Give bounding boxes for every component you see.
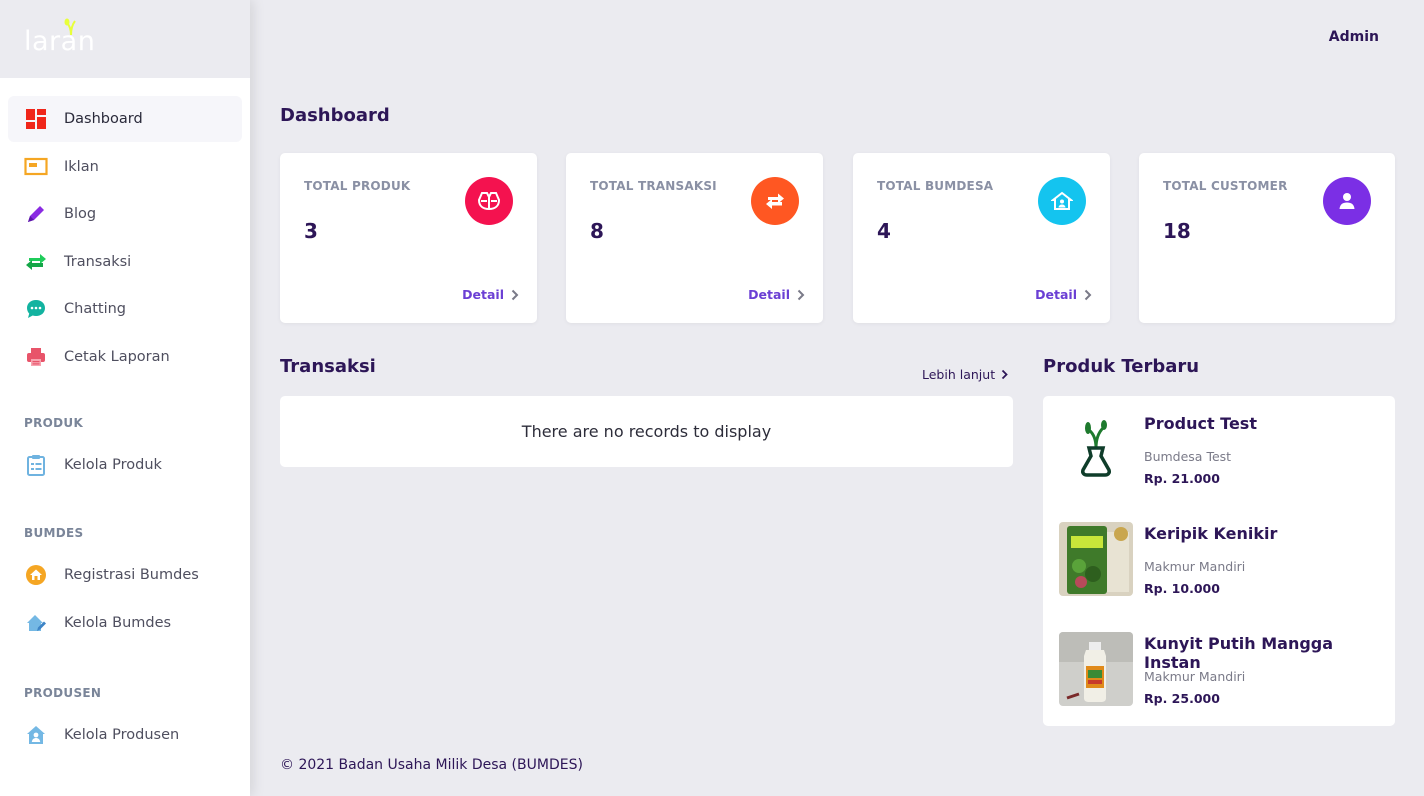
product-price: Rp. 10.000 [1144,581,1220,596]
product-name: Keripik Kenikir [1144,524,1278,543]
exchange-icon [751,177,799,225]
detail-label: Detail [462,287,504,302]
sidebar-item-label: Kelola Produsen [64,726,180,743]
dashboard-icon [24,107,48,131]
sidebar-item-registrasi-bumdes[interactable]: Registrasi Bumdes [8,552,242,598]
stat-value: 4 [877,219,891,243]
pen-icon [24,202,48,226]
stat-value: 3 [304,219,318,243]
empty-message: There are no records to display [521,422,772,441]
printer-icon [24,345,48,369]
stat-card-total-produk: TOTAL PRODUK 3 Detail [280,153,537,323]
sidebar-item-iklan[interactable]: Iklan [8,144,242,190]
lebih-lanjut-link[interactable]: Lebih lanjut [922,367,1008,382]
product-name: Kunyit Putih Mangga Instan [1144,634,1334,672]
product-item[interactable]: Product Test Bumdesa Test Rp. 21.000 [1043,396,1395,506]
sidebar-item-label: Dashboard [64,111,143,127]
clipboard-icon [24,453,48,477]
house-user-icon [24,723,48,747]
stat-title: TOTAL BUMDESA [877,179,994,193]
sidebar-item-label: Kelola Produk [64,456,162,473]
sidebar-item-kelola-produk[interactable]: Kelola Produk [8,442,242,488]
billboard-icon [24,155,48,179]
lebih-lanjut-label: Lebih lanjut [922,367,996,382]
sidebar-item-label: Transaksi [64,253,132,270]
sprout-icon [64,18,76,36]
stat-card-total-transaksi: TOTAL TRANSAKSI 8 Detail [566,153,823,323]
product-seller: Makmur Mandiri [1144,559,1246,574]
product-item[interactable]: Kunyit Putih Mangga Instan Makmur Mandir… [1043,616,1395,726]
stat-card-total-customer: TOTAL CUSTOMER 18 [1139,153,1395,323]
house-icon [1038,177,1086,225]
section-title-produsen: PRODUSEN [24,685,102,700]
product-seller: Bumdesa Test [1144,449,1232,464]
stat-value: 18 [1163,219,1191,243]
footer-copyright: © 2021 Badan Usaha Milik Desa (BUMDES) [280,757,583,773]
sidebar-item-kelola-bumdes[interactable]: Kelola Bumdes [8,600,242,646]
stat-title: TOTAL PRODUK [304,179,411,193]
exchange-icon [24,250,48,274]
section-title-bumdes: BUMDES [24,525,84,540]
sidebar-item-cetak-laporan[interactable]: Cetak Laporan [8,334,242,380]
stat-title: TOTAL CUSTOMER [1163,179,1288,193]
sidebar-item-transaksi[interactable]: Transaksi [8,239,242,285]
detail-link[interactable]: Detail [1035,287,1092,302]
product-seller: Makmur Mandiri [1144,669,1246,684]
sidebar: laran Dashboard Iklan Blog Transaksi Cha… [0,0,250,796]
detail-link[interactable]: Detail [748,287,805,302]
box-icon [465,177,513,225]
detail-label: Detail [1035,287,1077,302]
stat-card-total-bumdesa: TOTAL BUMDESA 4 Detail [853,153,1110,323]
sidebar-menu: Dashboard Iklan Blog Transaksi Chatting [0,78,250,758]
chevron-right-icon [1084,289,1092,300]
product-image [1059,522,1133,596]
sidebar-item-label: Registrasi Bumdes [64,566,199,583]
home-circle-icon [24,563,48,587]
sidebar-item-label: Cetak Laporan [64,348,170,365]
sidebar-item-dashboard[interactable]: Dashboard [8,96,242,142]
produk-terbaru-list: Product Test Bumdesa Test Rp. 21.000 Ker… [1043,396,1395,726]
sidebar-item-blog[interactable]: Blog [8,191,242,237]
sidebar-item-label: Chatting [64,301,126,318]
house-edit-icon [24,611,48,635]
page-title: Dashboard [280,105,390,126]
chat-icon [24,297,48,321]
section-title-produk: PRODUK [24,415,84,430]
product-image [1059,632,1133,706]
user-icon [1323,177,1371,225]
sidebar-item-chatting[interactable]: Chatting [8,286,242,332]
product-price: Rp. 25.000 [1144,691,1220,706]
product-image [1059,412,1133,486]
logo-area: laran [0,0,250,78]
stat-value: 8 [590,219,604,243]
transaksi-table: There are no records to display [280,396,1013,467]
stat-title: TOTAL TRANSAKSI [590,179,717,193]
admin-user-menu[interactable]: Admin [1329,29,1379,45]
sidebar-item-label: Blog [64,206,97,223]
chevron-right-icon [797,289,805,300]
chevron-right-icon [1001,369,1008,380]
product-item[interactable]: Keripik Kenikir Makmur Mandiri Rp. 10.00… [1043,506,1395,616]
detail-link[interactable]: Detail [462,287,519,302]
product-name: Product Test [1144,414,1257,433]
product-price: Rp. 21.000 [1144,471,1220,486]
sidebar-item-kelola-produsen[interactable]: Kelola Produsen [8,712,242,758]
chevron-right-icon [511,289,519,300]
sidebar-item-label: Iklan [64,158,99,175]
produk-terbaru-title: Produk Terbaru [1043,356,1200,377]
transaksi-title: Transaksi [280,356,376,377]
sidebar-item-label: Kelola Bumdes [64,614,172,631]
detail-label: Detail [748,287,790,302]
